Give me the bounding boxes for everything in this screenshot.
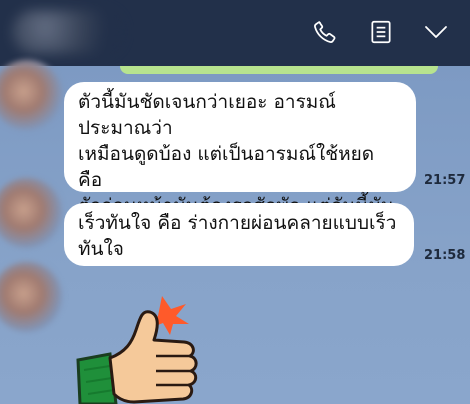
contact-name-blurred[interactable] (12, 10, 122, 54)
message-bubble[interactable]: เร็วทันใจ คือ ร่างกายผ่อนคลายแบบเร็ว ทัน… (64, 203, 414, 266)
message-time: 21:57 (424, 173, 466, 188)
note-icon[interactable] (368, 19, 394, 45)
chat-header (0, 0, 470, 66)
phone-icon[interactable] (312, 19, 338, 45)
message-bubble[interactable]: ตัวนี้มันชัดเจนกว่าเยอะ อารมณ์ ประมาณว่า… (64, 82, 416, 269)
message-time: 21:58 (424, 248, 466, 263)
chevron-down-icon[interactable] (423, 19, 449, 45)
sent-message-bubble-edge (120, 66, 438, 74)
thumbs-up-icon[interactable] (70, 290, 210, 404)
